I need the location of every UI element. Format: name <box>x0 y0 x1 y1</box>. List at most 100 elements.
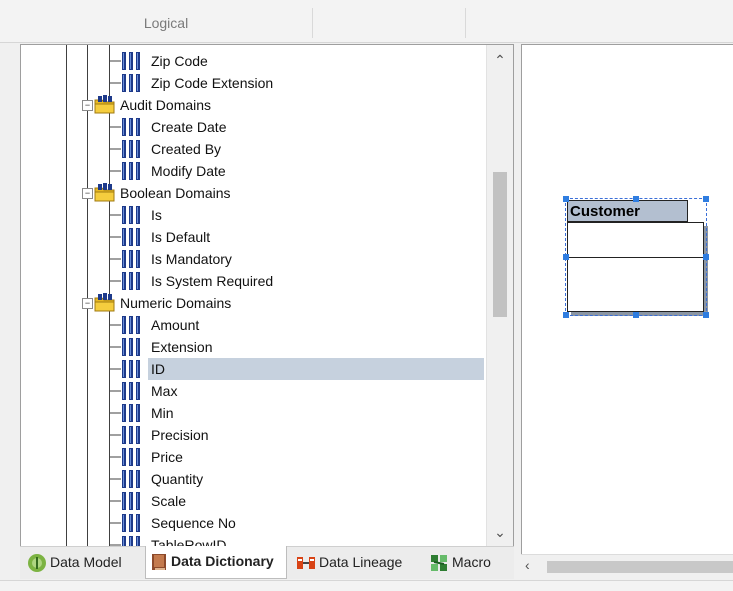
tree-folder-item[interactable]: − Boolean Domains <box>81 182 234 204</box>
tree-column-item[interactable]: Zip Code Extension <box>121 72 276 94</box>
resize-handle-n[interactable] <box>633 196 639 202</box>
tree-item-label: Is System Required <box>151 273 274 289</box>
diagram-horizontal-scrollbar[interactable]: ‹ <box>521 554 733 579</box>
tree-item-label: Max <box>151 383 178 399</box>
tree-folder-item[interactable]: − Audit Domains <box>81 94 214 116</box>
folder-icon <box>94 95 115 114</box>
domain-column-icon <box>122 250 140 268</box>
tree-column-item[interactable]: Create Date <box>121 116 229 138</box>
tree-folder-label: Audit Domains <box>120 97 212 113</box>
tree-column-item[interactable]: Sequence No <box>121 512 239 534</box>
tree-item-label: Quantity <box>151 471 204 487</box>
tree-column-item[interactable]: Price <box>121 446 186 468</box>
app-window: Logical Zip Code Zip Code Extension − Audit… <box>0 0 733 591</box>
tree-item-label: Zip Code Extension <box>151 75 274 91</box>
tree-column-item[interactable]: Is Mandatory <box>121 248 235 270</box>
tree-item-label: Is Default <box>151 229 211 245</box>
tab-data-dictionary[interactable]: Data Dictionary <box>145 546 287 579</box>
collapse-icon[interactable]: − <box>82 298 93 309</box>
resize-handle-e[interactable] <box>703 254 709 260</box>
tree-item-label: Sequence No <box>151 515 236 531</box>
data-lineage-icon <box>297 557 315 570</box>
tree-folder-label: Numeric Domains <box>120 295 232 311</box>
folder-icon <box>94 183 115 202</box>
tree-item-label: Is Mandatory <box>151 251 232 267</box>
resize-handle-ne[interactable] <box>703 196 709 202</box>
folder-icon <box>94 293 115 312</box>
collapse-icon[interactable]: − <box>82 100 93 111</box>
data-dictionary-icon <box>152 554 166 571</box>
tree-column-item[interactable]: Is System Required <box>121 270 276 292</box>
tree-column-item[interactable]: ID <box>121 358 484 380</box>
bottom-tab-bar: Data Model Data Dictionary Data Lineage <box>20 546 514 579</box>
tree-item-label: Zip Code <box>151 53 208 69</box>
tree-column-item[interactable]: Max <box>121 380 180 402</box>
scroll-thumb[interactable] <box>493 172 507 317</box>
domain-column-icon <box>122 426 140 444</box>
tree-column-item[interactable]: Quantity <box>121 468 206 490</box>
domain-column-icon <box>122 448 140 466</box>
horizontal-scroll-thumb[interactable] <box>547 561 733 573</box>
tree-column-item[interactable]: Precision <box>121 424 212 446</box>
domain-column-icon <box>122 316 140 334</box>
tab-macro-label: Macro <box>452 554 491 570</box>
domain-column-icon <box>122 514 140 532</box>
domain-column-icon <box>122 272 140 290</box>
tab-blank[interactable] <box>313 8 466 38</box>
tree-item-label: Amount <box>151 317 200 333</box>
scroll-down-icon[interactable]: ⌄ <box>487 521 513 543</box>
data-model-icon <box>28 554 46 573</box>
tree-column-item[interactable]: Scale <box>121 490 189 512</box>
tree-column-item[interactable]: Is Default <box>121 226 213 248</box>
domain-column-icon <box>122 52 140 70</box>
tab-logical[interactable]: Logical <box>20 8 313 38</box>
tree-folder-label: Boolean Domains <box>120 185 231 201</box>
tree-vertical-scrollbar[interactable]: ⌃ ⌄ <box>486 45 513 547</box>
domain-column-icon <box>122 382 140 400</box>
domain-column-icon <box>122 360 140 378</box>
domain-column-icon <box>122 470 140 488</box>
tab-data-model[interactable]: Data Model <box>23 547 140 577</box>
tree-column-item[interactable]: Extension <box>121 336 215 358</box>
scroll-up-icon[interactable]: ⌃ <box>487 49 513 71</box>
tree-item-label: Price <box>151 449 183 465</box>
domain-column-icon <box>122 206 140 224</box>
tree-item-label: Create Date <box>151 119 227 135</box>
data-dictionary-tree[interactable]: Zip Code Zip Code Extension − Audit Domains… <box>20 44 514 548</box>
tree-column-item[interactable]: Zip Code <box>121 50 211 72</box>
tree-folder-item[interactable]: − Numeric Domains <box>81 292 234 314</box>
tree-item-label: Modify Date <box>151 163 226 179</box>
tree-item-label: Created By <box>151 141 222 157</box>
tree-column-item[interactable]: Is <box>121 204 165 226</box>
resize-handle-s[interactable] <box>633 312 639 318</box>
domain-column-icon <box>122 404 140 422</box>
tree-item-label: Extension <box>151 339 213 355</box>
entity-customer[interactable]: Customer <box>563 196 709 318</box>
collapse-icon[interactable]: − <box>82 188 93 199</box>
domain-column-icon <box>122 74 140 92</box>
macro-icon <box>431 555 447 572</box>
tree-item-label: ID <box>148 358 484 380</box>
tree-column-item[interactable]: Modify Date <box>121 160 229 182</box>
tree-item-label: Scale <box>151 493 187 509</box>
resize-handle-se[interactable] <box>703 312 709 318</box>
scroll-left-icon[interactable]: ‹ <box>525 557 530 573</box>
tree-column-item[interactable]: Min <box>121 402 177 424</box>
tree-column-item[interactable]: Created By <box>121 138 224 160</box>
resize-handle-nw[interactable] <box>563 196 569 202</box>
tree-column-item[interactable]: Amount <box>121 314 202 336</box>
tab-data-model-label: Data Model <box>50 554 122 570</box>
diagram-canvas[interactable]: Customer <box>521 44 733 556</box>
status-bar <box>0 580 733 591</box>
resize-handle-sw[interactable] <box>563 312 569 318</box>
top-tab-strip: Logical <box>0 0 733 43</box>
tree-item-label: Precision <box>151 427 209 443</box>
tab-data-dictionary-label: Data Dictionary <box>171 553 274 569</box>
selection-outline <box>565 198 707 316</box>
tab-data-lineage[interactable]: Data Lineage <box>292 547 417 577</box>
domain-column-icon <box>122 228 140 246</box>
tab-data-lineage-label: Data Lineage <box>319 554 403 570</box>
tab-macro[interactable]: Macro <box>425 547 510 577</box>
domain-column-icon <box>122 140 140 158</box>
resize-handle-w[interactable] <box>563 254 569 260</box>
